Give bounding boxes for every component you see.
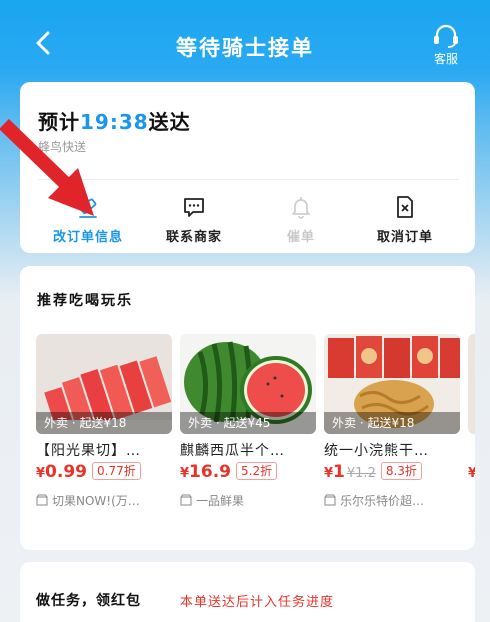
product-image	[468, 334, 475, 434]
contact-merchant-button[interactable]: 联系商家	[144, 194, 244, 245]
customer-service-button[interactable]: 客服	[426, 24, 466, 70]
shop-icon	[36, 494, 48, 506]
product-name: 【阳光果切】…	[36, 443, 141, 459]
chat-icon	[184, 198, 204, 217]
divider	[38, 179, 459, 180]
product-card[interactable]: 外卖 · 起送¥18 【阳光果切】… ¥0.99 0.77折 切果NOW!(万…	[36, 334, 172, 544]
bell-icon	[292, 197, 310, 219]
price: ¥0.99 0.77折	[36, 462, 141, 484]
recommend-card: 推荐吃喝玩乐 外卖 · 起送¥18 【阳光果切】… ¥0.99 0.77折 切果…	[20, 266, 475, 550]
discount-badge: 0.77折	[92, 462, 141, 480]
price: ¥1 ¥1.2 8.3折	[324, 462, 422, 484]
currency: ¥	[180, 466, 190, 481]
currency: ¥	[36, 466, 46, 481]
product-image: 外卖 · 起送¥18	[324, 334, 460, 434]
headset-icon	[434, 24, 458, 48]
cancel-order-icon	[397, 196, 413, 218]
price-value: 0.99	[45, 462, 87, 482]
tasks-note: 本单送达后计入任务进度	[180, 595, 335, 610]
discount-badge: 5.2折	[236, 462, 278, 480]
product-card[interactable]: ¥	[468, 334, 475, 544]
order-status-card: 预计19:38送达 蜂鸟快送 改订单信息 联系商家 催单 取消订单	[20, 82, 475, 253]
currency: ¥	[324, 466, 334, 481]
courier-name: 蜂鸟快送	[38, 140, 87, 154]
shop-name-row: 乐尔乐特价超…	[324, 492, 460, 509]
header-bar: 等待骑士接单 客服	[0, 0, 490, 82]
delivery-tag: 外卖 · 起送¥18	[324, 412, 460, 434]
eta-prefix: 预计	[38, 110, 80, 134]
urge-order-button[interactable]: 催单	[251, 194, 351, 245]
discount-badge: 8.3折	[380, 462, 422, 480]
price-value: 1	[333, 462, 345, 482]
page-title: 等待骑士接单	[176, 36, 314, 60]
cancel-order-label: 取消订单	[376, 230, 433, 245]
price: ¥16.9 5.2折	[180, 462, 278, 484]
original-price: ¥1.2	[346, 466, 376, 481]
product-image: 外卖 · 起送¥45	[180, 334, 316, 434]
product-card[interactable]: 外卖 · 起送¥18 统一小浣熊干… ¥1 ¥1.2 8.3折 乐尔乐特价超…	[324, 334, 460, 544]
tasks-title: 做任务，领红包	[36, 593, 141, 609]
contact-merchant-label: 联系商家	[165, 230, 222, 245]
price: ¥	[468, 462, 475, 484]
delivery-tag: 外卖 · 起送¥18	[36, 412, 172, 434]
cancel-order-button[interactable]: 取消订单	[355, 194, 455, 245]
edit-icon	[79, 198, 97, 218]
customer-service-label: 客服	[433, 52, 458, 66]
eta-suffix: 送达	[148, 110, 191, 134]
edit-order-label: 改订单信息	[52, 230, 123, 245]
price-value: 16.9	[189, 462, 231, 482]
eta-time: 19:38	[80, 110, 149, 134]
edit-order-button[interactable]: 改订单信息	[38, 194, 138, 245]
recommend-title: 推荐吃喝玩乐	[37, 293, 133, 309]
product-card[interactable]: 外卖 · 起送¥45 麒麟西瓜半个… ¥16.9 5.2折 一品鲜果	[180, 334, 316, 544]
tasks-card[interactable]: 做任务，领红包 本单送达后计入任务进度	[20, 562, 475, 622]
shop-icon	[324, 494, 336, 506]
urge-order-label: 催单	[286, 230, 315, 245]
product-image-partial	[468, 334, 475, 434]
product-image: 外卖 · 起送¥18	[36, 334, 172, 434]
product-name: 统一小浣熊干…	[324, 443, 429, 459]
shop-name: 切果NOW!(万…	[52, 494, 140, 508]
eta-line: 预计19:38送达	[38, 106, 191, 135]
shop-name-row: 一品鲜果	[180, 492, 316, 509]
shop-name-row: 切果NOW!(万…	[36, 492, 172, 509]
shop-name: 乐尔乐特价超…	[340, 494, 425, 508]
delivery-tag: 外卖 · 起送¥45	[180, 412, 316, 434]
product-name: 麒麟西瓜半个…	[180, 443, 285, 459]
shop-icon	[180, 494, 192, 506]
shop-name: 一品鲜果	[196, 494, 245, 508]
currency: ¥	[468, 466, 475, 481]
